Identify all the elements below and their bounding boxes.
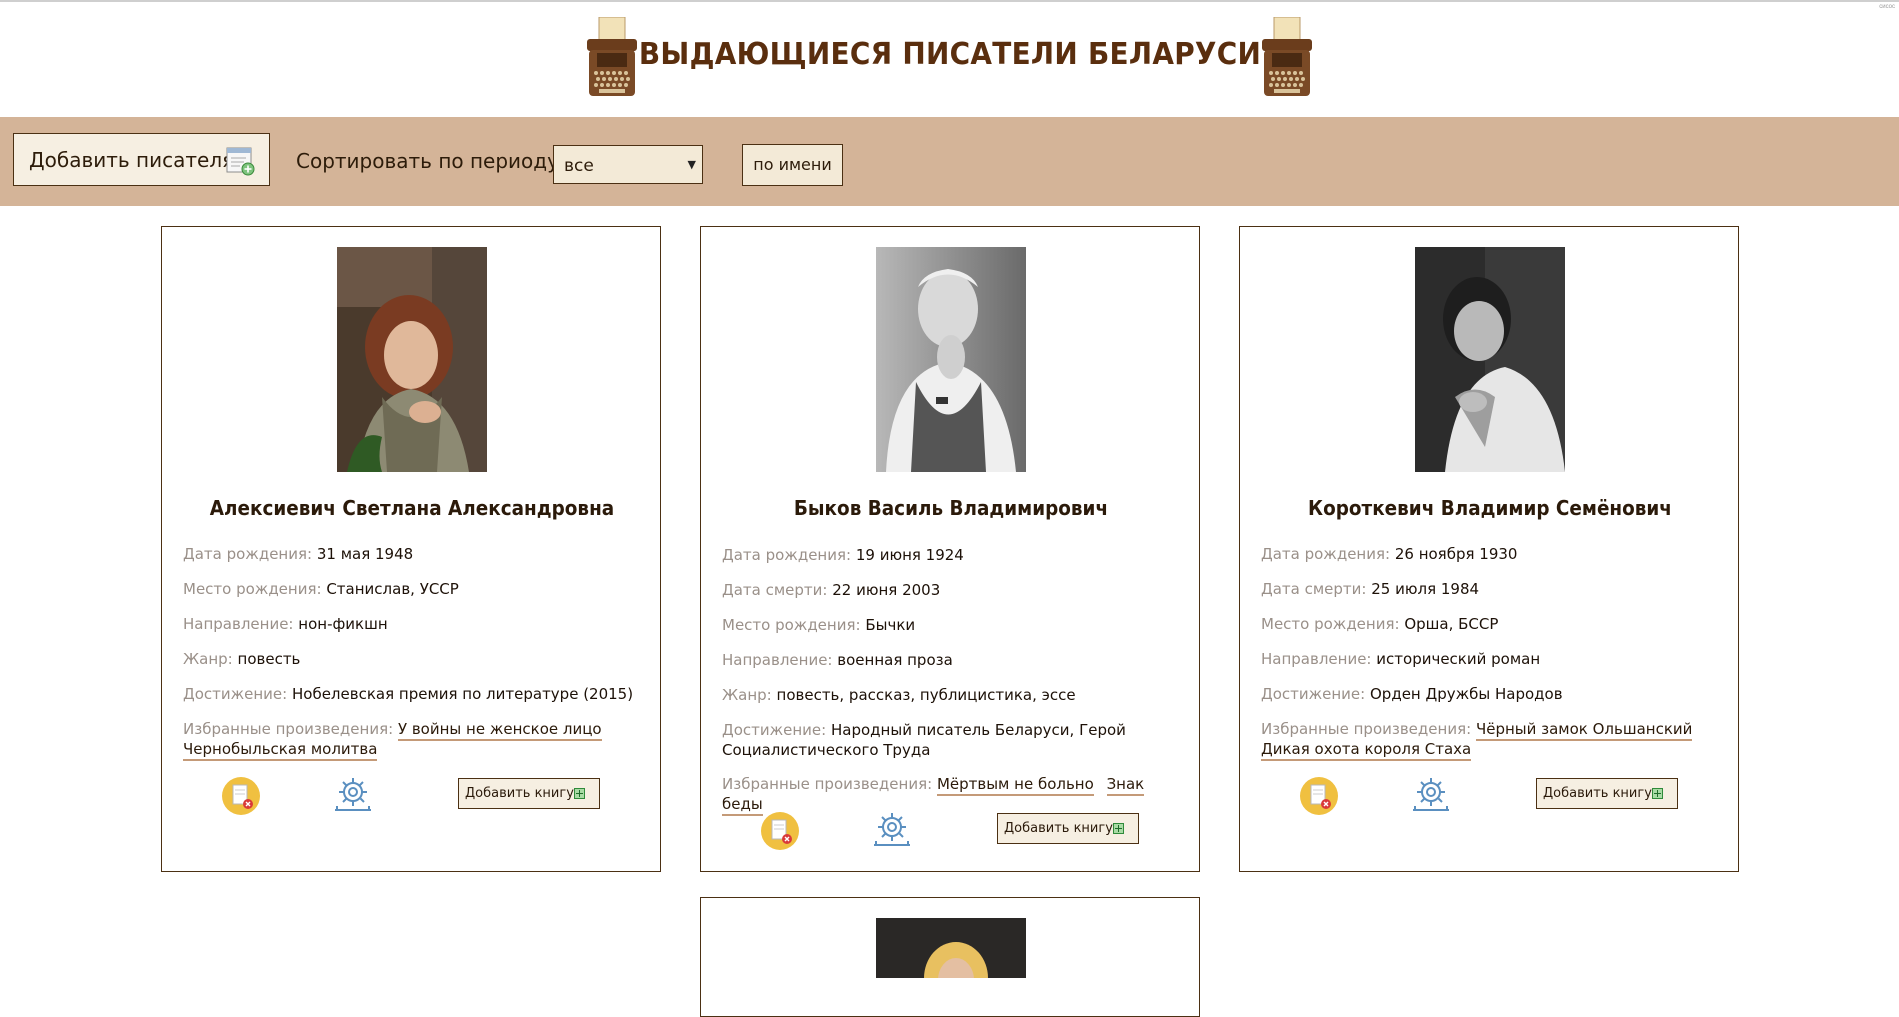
page-header: ВЫДАЮЩИЕСЯ ПИСАТЕЛИ БЕЛАРУСИ (0, 0, 1899, 117)
field-label: Направление: (1261, 650, 1372, 668)
add-book-label: Добавить книгу (1004, 821, 1113, 836)
add-book-button[interactable]: Добавить книгу (997, 813, 1139, 844)
achievement-field: Достижение: Нобелевская премия по литера… (183, 684, 643, 704)
works-field: Избранные произведения: У войны не женск… (183, 719, 643, 761)
add-document-icon (226, 147, 255, 176)
work-link[interactable]: У войны не женское лицо (397, 720, 602, 741)
toolbar: Добавить писателя Сортировать по периоду… (0, 117, 1899, 206)
field-value: Орден Дружбы Народов (1370, 685, 1563, 703)
birth-place-field: Место рождения: Бычки (722, 615, 1182, 635)
writer-name: Короткевич Владимир Семёнович (1308, 496, 1672, 520)
works-field: Избранные произведения: Чёрный замок Оль… (1261, 719, 1721, 761)
field-value: 25 июля 1984 (1371, 580, 1480, 598)
field-value: 22 июня 2003 (832, 581, 941, 599)
field-label: Дата смерти: (722, 581, 828, 599)
field-value: Станислав, УССР (326, 580, 459, 598)
birth-date-field: Дата рождения: 26 ноября 1930 (1261, 544, 1721, 564)
writer-card: Короткевич Владимир Семёнович Дата рожде… (1239, 226, 1739, 872)
plus-icon (1652, 788, 1663, 799)
add-writer-label: Добавить писателя (29, 148, 235, 172)
field-label: Жанр: (722, 686, 772, 704)
delete-document-icon[interactable] (221, 776, 261, 816)
field-label: Достижение: (722, 721, 827, 739)
writer-card: Алексиевич Светлана Александровна Дата р… (161, 226, 661, 872)
writer-photo (876, 918, 1026, 978)
sort-by-name-button[interactable]: по имени (742, 144, 843, 186)
writer-name: Быков Василь Владимирович (793, 496, 1109, 520)
add-book-button[interactable]: Добавить книгу (458, 778, 600, 809)
field-value: Нобелевская премия по литературе (2015) (292, 685, 634, 703)
direction-field: Направление: исторический роман (1261, 649, 1721, 669)
genre-field: Жанр: повесть, рассказ, публицистика, эс… (722, 685, 1182, 705)
field-label: Направление: (183, 615, 294, 633)
field-value: Орша, БССР (1404, 615, 1499, 633)
sort-label: Сортировать по периоду: (296, 149, 566, 173)
field-label: Дата рождения: (183, 545, 313, 563)
death-date-field: Дата смерти: 22 июня 2003 (722, 580, 1182, 600)
field-value: повесть, рассказ, публицистика, эссе (776, 686, 1076, 704)
typewriter-icon (1262, 17, 1312, 96)
gear-icon[interactable] (332, 774, 374, 816)
field-label: Направление: (722, 651, 833, 669)
field-value: нон-фикшн (298, 615, 388, 633)
delete-document-icon[interactable] (760, 811, 800, 851)
work-link[interactable]: Чёрный замок Ольшанский (1475, 720, 1693, 741)
field-value: Бычки (865, 616, 916, 634)
field-value: 31 мая 1948 (316, 545, 414, 563)
writer-photo (337, 247, 487, 472)
birth-place-field: Место рождения: Станислав, УССР (183, 579, 643, 599)
field-value: исторический роман (1376, 650, 1541, 668)
plus-icon (1113, 823, 1124, 834)
writer-photo (1415, 247, 1565, 472)
genre-field: Жанр: повесть (183, 649, 643, 669)
field-label: Жанр: (183, 650, 233, 668)
field-label: Избранные произведения: (183, 720, 394, 738)
achievement-field: Достижение: Народный писатель Беларуси, … (722, 720, 1182, 760)
writer-photo (876, 247, 1026, 472)
field-value: военная проза (837, 651, 953, 669)
add-book-button[interactable]: Добавить книгу (1536, 778, 1678, 809)
death-date-field: Дата смерти: 25 июля 1984 (1261, 579, 1721, 599)
gear-icon[interactable] (871, 809, 913, 851)
direction-field: Направление: нон-фикшн (183, 614, 643, 634)
field-value: повесть (237, 650, 301, 668)
site-title: ВЫДАЮЩИЕСЯ ПИСАТЕЛИ БЕЛАРУСИ (638, 37, 1262, 72)
writer-card (700, 897, 1200, 1017)
writer-name: Алексиевич Светлана Александровна (209, 496, 615, 520)
work-link[interactable]: Мёртвым не больно (936, 775, 1094, 796)
work-link[interactable]: Чернобыльская молитва (183, 740, 378, 761)
field-label: Достижение: (1261, 685, 1366, 703)
period-select[interactable]: все ▼ (553, 145, 703, 184)
achievement-field: Достижение: Орден Дружбы Народов (1261, 684, 1721, 704)
dropdown-arrow-icon: ▼ (687, 158, 696, 171)
add-writer-button[interactable]: Добавить писателя (13, 133, 270, 186)
add-book-label: Добавить книгу (1543, 786, 1652, 801)
field-label: Избранные произведения: (722, 775, 933, 793)
field-label: Место рождения: (722, 616, 861, 634)
delete-document-icon[interactable] (1299, 776, 1339, 816)
add-book-label: Добавить книгу (465, 786, 574, 801)
field-label: Дата рождения: (1261, 545, 1391, 563)
writer-card: Быков Василь Владимирович Дата рождения:… (700, 226, 1200, 872)
field-label: Достижение: (183, 685, 288, 703)
works-field: Избранные произведения: Мёртвым не больн… (722, 774, 1182, 816)
birth-date-field: Дата рождения: 19 июня 1924 (722, 545, 1182, 565)
birth-date-field: Дата рождения: 31 мая 1948 (183, 544, 643, 564)
field-value: 26 ноября 1930 (1394, 545, 1518, 563)
field-label: Избранные произведения: (1261, 720, 1472, 738)
field-label: Место рождения: (183, 580, 322, 598)
field-label: Дата рождения: (722, 546, 852, 564)
birth-place-field: Место рождения: Орша, БССР (1261, 614, 1721, 634)
plus-icon (574, 788, 585, 799)
field-label: Дата смерти: (1261, 580, 1367, 598)
field-value: 19 июня 1924 (855, 546, 964, 564)
direction-field: Направление: военная проза (722, 650, 1182, 670)
field-label: Место рождения: (1261, 615, 1400, 633)
work-link[interactable]: Дикая охота короля Стаха (1261, 740, 1472, 761)
period-select-value: все (564, 156, 594, 176)
gear-icon[interactable] (1410, 774, 1452, 816)
